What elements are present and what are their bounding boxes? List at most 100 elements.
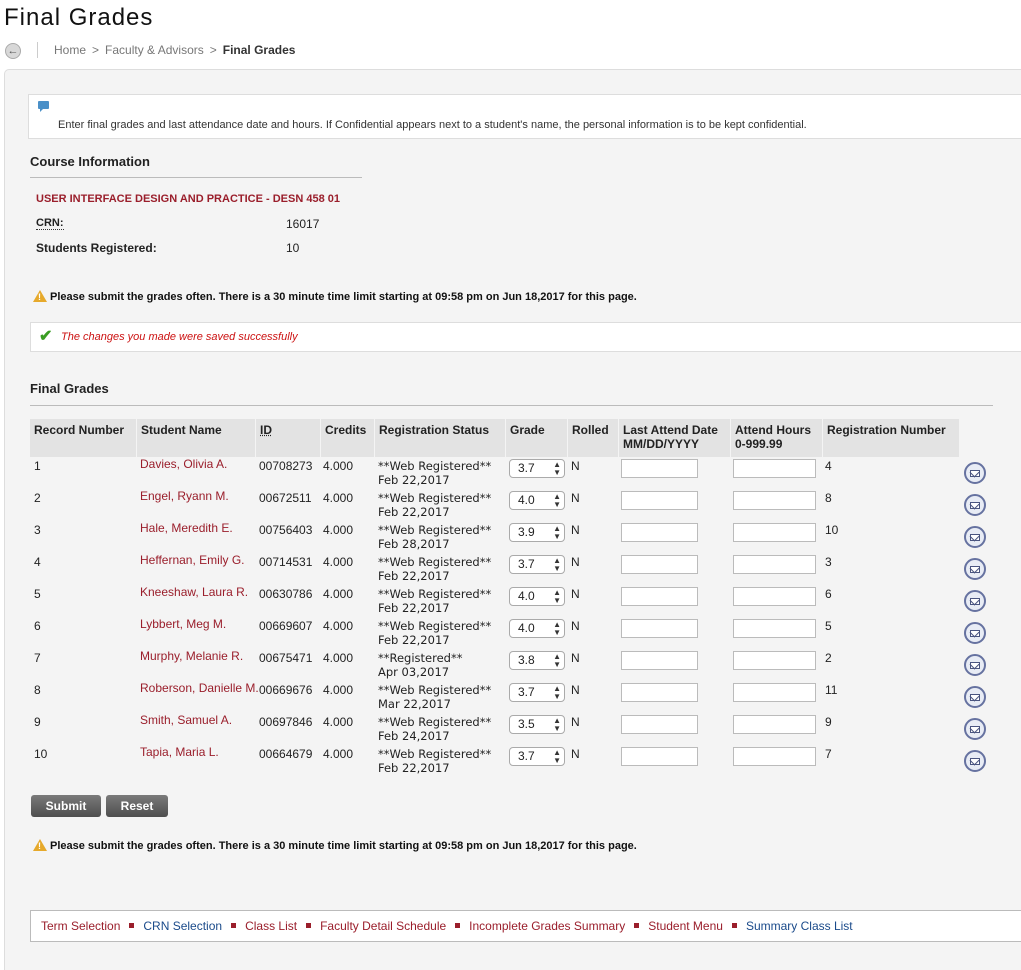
footer-link[interactable]: Summary Class List — [746, 919, 853, 933]
record-number: 5 — [34, 587, 41, 601]
crn-value: 16017 — [286, 217, 320, 231]
header-attend-hours-line1: Attend Hours — [735, 423, 811, 437]
attend-hours-input[interactable] — [733, 715, 816, 734]
grade-select[interactable]: 3.5 ▲ ▼ — [509, 715, 565, 734]
credits: 4.000 — [323, 523, 354, 537]
envelope-icon[interactable] — [964, 494, 986, 516]
credits: 4.000 — [323, 619, 354, 633]
envelope-icon[interactable] — [964, 622, 986, 644]
attend-hours-input[interactable] — [733, 747, 816, 766]
attend-hours-input[interactable] — [733, 587, 816, 606]
grade-select[interactable]: 3.9 ▲ ▼ — [509, 523, 565, 542]
envelope-icon[interactable] — [964, 590, 986, 612]
envelope-icon[interactable] — [964, 462, 986, 484]
header-registration-number: Registration Number — [823, 419, 959, 457]
bullet-separator — [231, 923, 237, 928]
student-name-link[interactable]: Tapia, Maria L. — [140, 745, 219, 759]
student-name-link[interactable]: Heffernan, Emily G. — [140, 553, 244, 567]
grade-value: 3.7 — [518, 749, 535, 763]
envelope-icon[interactable] — [964, 750, 986, 772]
back-arrow-icon[interactable]: ← — [5, 43, 21, 59]
student-name-link[interactable]: Kneeshaw, Laura R. — [140, 585, 248, 599]
registration-number: 10 — [825, 523, 839, 537]
chevron-updown-icon: ▲ ▼ — [553, 524, 561, 541]
last-attend-date-input[interactable] — [621, 523, 698, 542]
envelope-icon[interactable] — [964, 654, 986, 676]
envelope-icon[interactable] — [964, 558, 986, 580]
record-number: 4 — [34, 555, 41, 569]
grade-select[interactable]: 3.7 ▲ ▼ — [509, 683, 565, 702]
last-attend-date-input[interactable] — [621, 619, 698, 638]
student-name-link[interactable]: Lybbert, Meg M. — [140, 617, 226, 631]
registration-status-line1: **Web Registered** — [378, 555, 492, 569]
registration-status-line1: **Web Registered** — [378, 747, 492, 761]
submit-button[interactable]: Submit — [31, 795, 101, 817]
student-name-link[interactable]: Smith, Samuel A. — [140, 713, 232, 727]
student-name-link[interactable]: Hale, Meredith E. — [140, 521, 233, 535]
student-id: 00630786 — [259, 587, 313, 601]
attend-hours-input[interactable] — [733, 651, 816, 670]
info-box: Enter final grades and last attendance d… — [28, 94, 1021, 139]
footer-link[interactable]: Class List — [245, 919, 297, 933]
registration-number: 6 — [825, 587, 832, 601]
grade-select[interactable]: 3.7 ▲ ▼ — [509, 459, 565, 478]
attend-hours-input[interactable] — [733, 683, 816, 702]
last-attend-date-input[interactable] — [621, 747, 698, 766]
registration-status-line1: **Web Registered** — [378, 523, 492, 537]
student-name-link[interactable]: Roberson, Danielle M. — [140, 681, 259, 695]
envelope-icon[interactable] — [964, 686, 986, 708]
envelope-icon[interactable] — [964, 718, 986, 740]
header-registration-status: Registration Status — [375, 419, 505, 457]
student-name-link[interactable]: Murphy, Melanie R. — [140, 649, 243, 663]
student-name-link[interactable]: Davies, Olivia A. — [140, 457, 227, 471]
grade-select[interactable]: 3.7 ▲ ▼ — [509, 747, 565, 766]
attend-hours-input[interactable] — [733, 523, 816, 542]
envelope-icon[interactable] — [964, 526, 986, 548]
header-id[interactable]: ID — [256, 419, 320, 457]
header-attend-hours-line2: 0-999.99 — [735, 437, 783, 451]
grade-select[interactable]: 3.8 ▲ ▼ — [509, 651, 565, 670]
footer-link[interactable]: Incomplete Grades Summary — [469, 919, 625, 933]
registration-status-line1: **Registered** — [378, 651, 463, 665]
footer-link[interactable]: Faculty Detail Schedule — [320, 919, 446, 933]
attend-hours-input[interactable] — [733, 555, 816, 574]
header-credits: Credits — [321, 419, 374, 457]
record-number: 9 — [34, 715, 41, 729]
last-attend-date-input[interactable] — [621, 459, 698, 478]
last-attend-date-input[interactable] — [621, 587, 698, 606]
last-attend-date-input[interactable] — [621, 683, 698, 702]
breadcrumb-home[interactable]: Home — [54, 43, 86, 57]
speech-bubble-icon — [38, 101, 49, 112]
attend-hours-input[interactable] — [733, 619, 816, 638]
breadcrumb-separator: > — [92, 43, 100, 57]
last-attend-date-input[interactable] — [621, 555, 698, 574]
student-id: 00672511 — [259, 491, 312, 505]
student-id: 00756403 — [259, 523, 313, 537]
registration-status-line1: **Web Registered** — [378, 459, 492, 473]
header-student-name: Student Name — [137, 419, 255, 457]
registration-status-date: Mar 22,2017 — [378, 697, 451, 711]
student-id: 00664679 — [259, 747, 313, 761]
footer-link[interactable]: Student Menu — [648, 919, 723, 933]
grade-select[interactable]: 4.0 ▲ ▼ — [509, 587, 565, 606]
grade-select[interactable]: 3.7 ▲ ▼ — [509, 555, 565, 574]
record-number: 6 — [34, 619, 41, 633]
footer-link[interactable]: CRN Selection — [143, 919, 222, 933]
last-attend-date-input[interactable] — [621, 491, 698, 510]
student-name-link[interactable]: Engel, Ryann M. — [140, 489, 229, 503]
credits: 4.000 — [323, 459, 354, 473]
footer-link[interactable]: Term Selection — [41, 919, 120, 933]
chevron-updown-icon: ▲ ▼ — [553, 716, 561, 733]
attend-hours-input[interactable] — [733, 459, 816, 478]
last-attend-date-input[interactable] — [621, 651, 698, 670]
registration-status-date: Feb 22,2017 — [378, 761, 450, 775]
reset-button[interactable]: Reset — [106, 795, 168, 817]
last-attend-date-input[interactable] — [621, 715, 698, 734]
header-last-attend-date-line2: MM/DD/YYYY — [623, 437, 700, 451]
breadcrumb-faculty[interactable]: Faculty & Advisors — [105, 43, 204, 57]
attend-hours-input[interactable] — [733, 491, 816, 510]
grade-select[interactable]: 4.0 ▲ ▼ — [509, 491, 565, 510]
grade-select[interactable]: 4.0 ▲ ▼ — [509, 619, 565, 638]
success-message: ✔ The changes you made were saved succes… — [30, 322, 1021, 352]
rolled: N — [571, 587, 580, 601]
